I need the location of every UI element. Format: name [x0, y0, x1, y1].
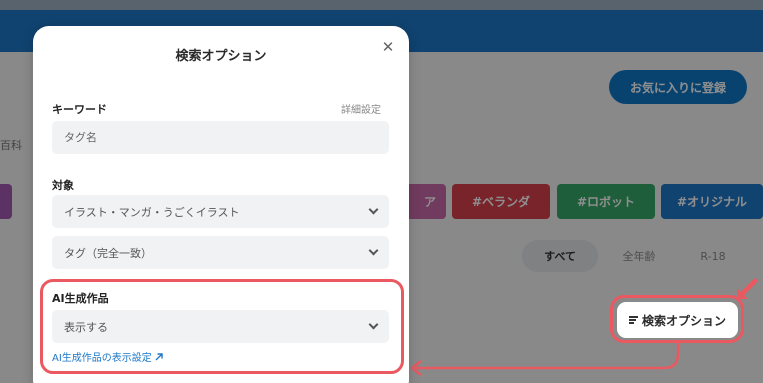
detail-settings-link[interactable]: 詳細設定 — [341, 101, 381, 116]
keyword-label: キーワード — [52, 103, 107, 116]
chevron-down-icon — [368, 245, 379, 256]
pointer-arrow-icon — [737, 278, 758, 299]
connector-arrow — [410, 343, 680, 376]
modal-title: 検索オプション — [175, 49, 267, 64]
keyword-field[interactable] — [52, 121, 389, 154]
target-label: 対象 — [52, 179, 74, 192]
close-icon[interactable]: ✕ — [377, 36, 399, 58]
match-mode-value: タグ（完全一致） — [64, 246, 152, 260]
search-option-button[interactable]: 検索オプション — [617, 302, 738, 338]
menu-lines-icon — [628, 314, 638, 325]
search-option-label: 検索オプション — [641, 313, 726, 328]
match-mode-select[interactable]: タグ（完全一致） — [52, 236, 389, 269]
target-type-value: イラスト・マンガ・うごくイラスト — [64, 205, 240, 219]
keyword-input[interactable] — [64, 131, 389, 144]
target-type-select[interactable]: イラスト・マンガ・うごくイラスト — [52, 195, 389, 228]
chevron-down-icon — [368, 204, 379, 215]
highlight-frame-ai-section — [40, 279, 404, 374]
